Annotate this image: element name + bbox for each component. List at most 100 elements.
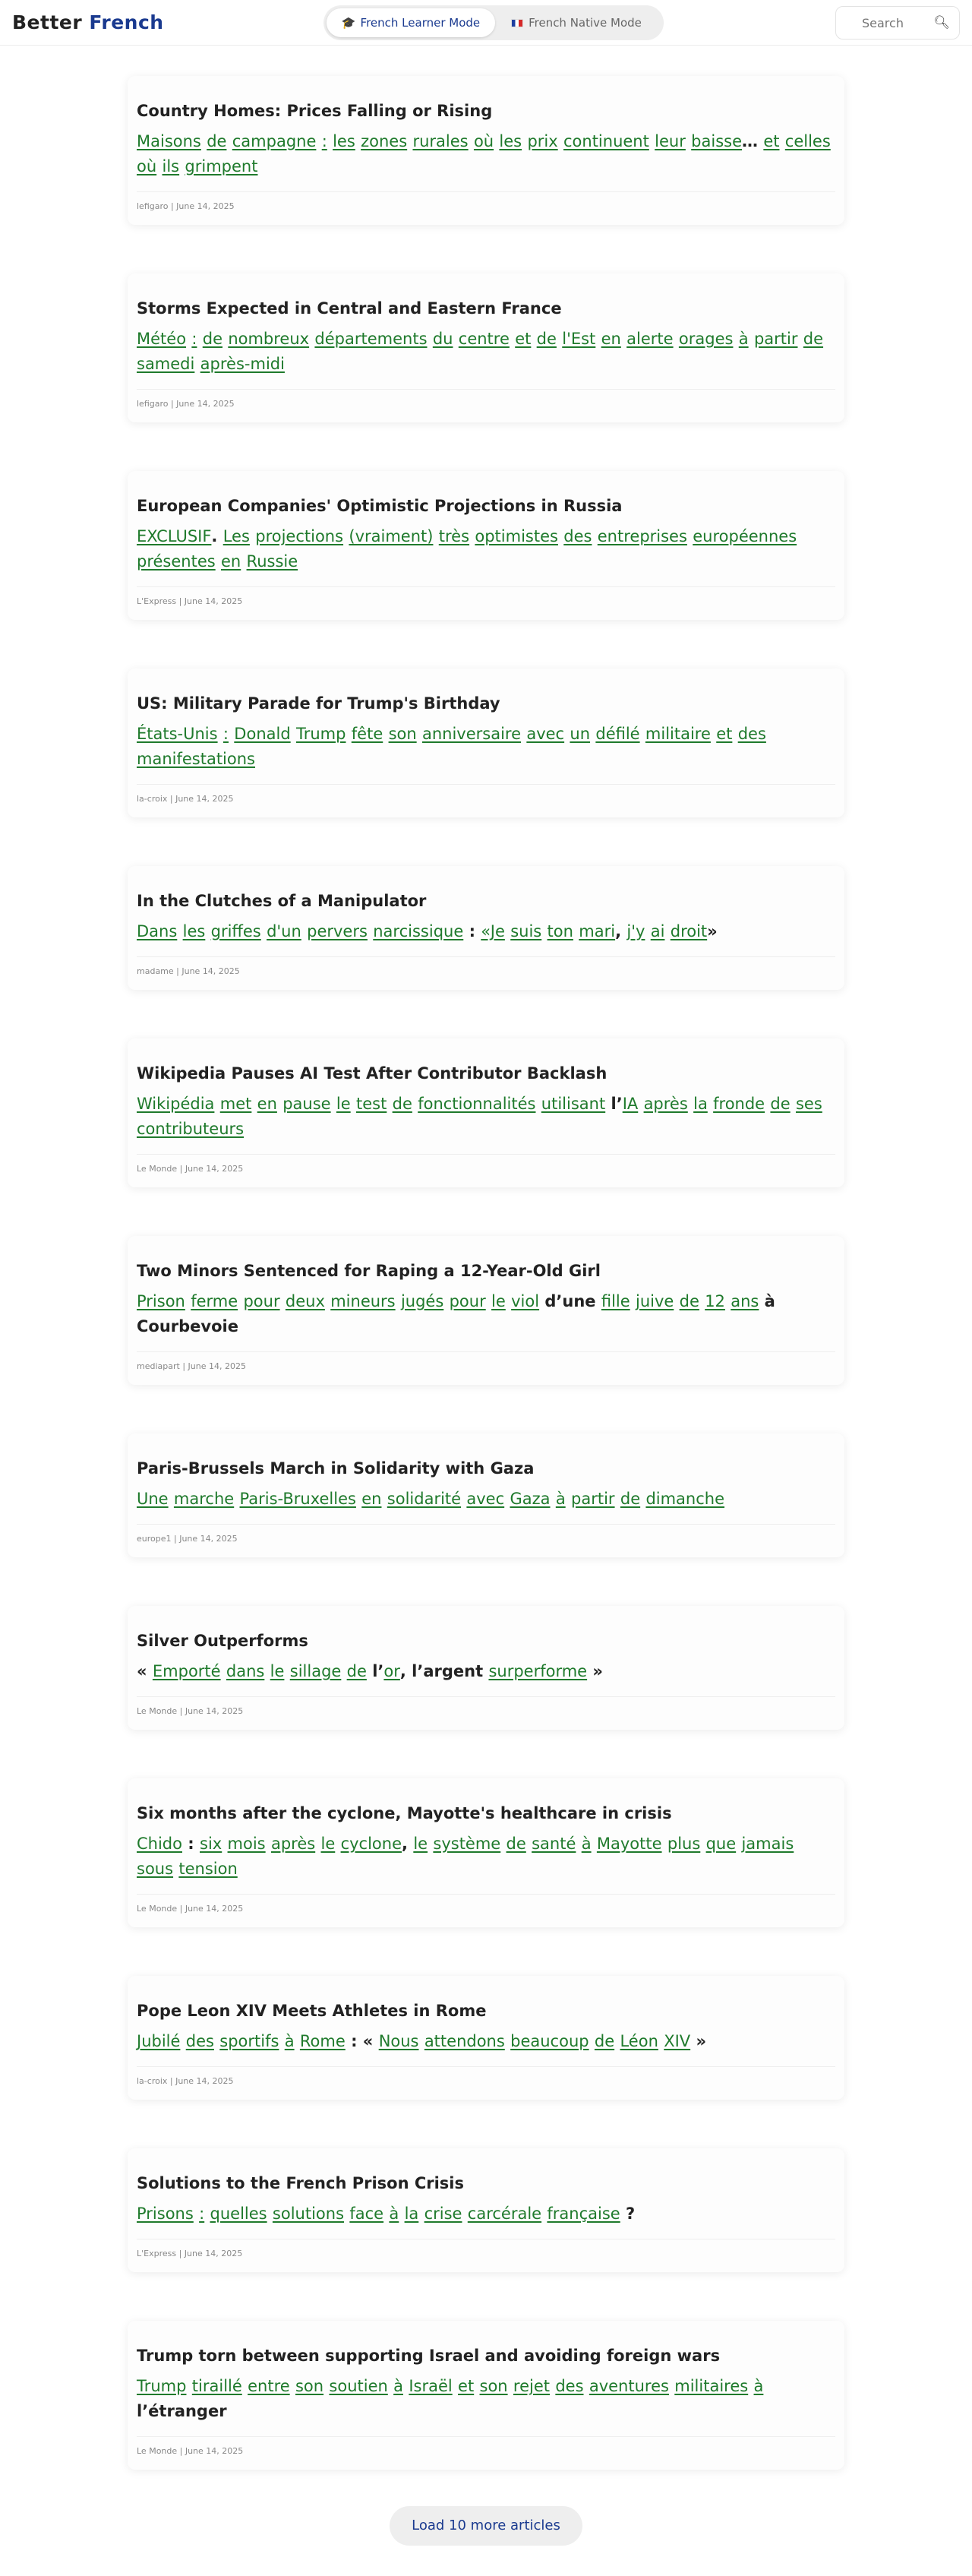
vocab-word-link[interactable]: mineurs <box>330 1292 395 1310</box>
vocab-word-link[interactable]: juive <box>636 1292 674 1310</box>
vocab-word-link[interactable]: narcissique <box>373 922 463 940</box>
article-title[interactable]: Pope Leon XIV Meets Athletes in Rome <box>137 2002 835 2020</box>
vocab-word-link[interactable]: de <box>803 330 823 348</box>
vocab-word-link[interactable]: Dans <box>137 922 177 940</box>
vocab-word-link[interactable]: mois <box>228 1835 266 1853</box>
vocab-word-link[interactable]: l'Est <box>562 330 595 348</box>
vocab-word-link[interactable]: Donald <box>234 725 290 743</box>
vocab-word-link[interactable]: française <box>547 2205 620 2223</box>
vocab-word-link[interactable]: santé <box>532 1835 576 1853</box>
vocab-word-link[interactable]: aventures <box>589 2377 669 2395</box>
vocab-word-link[interactable]: et <box>716 725 732 743</box>
vocab-word-link[interactable]: 12 <box>705 1292 725 1310</box>
vocab-word-link[interactable]: de <box>207 132 226 150</box>
vocab-word-link[interactable]: d'un <box>267 922 301 940</box>
vocab-word-link[interactable]: Israël <box>409 2377 452 2395</box>
vocab-word-link[interactable]: le <box>413 1835 428 1853</box>
vocab-word-link[interactable]: à <box>389 2205 399 2223</box>
vocab-word-link[interactable]: test <box>356 1095 387 1113</box>
vocab-word-link[interactable]: manifestations <box>137 750 255 768</box>
vocab-word-link[interactable]: de <box>620 1490 640 1508</box>
vocab-word-link[interactable]: de <box>347 1662 367 1680</box>
vocab-word-link[interactable]: pour <box>243 1292 279 1310</box>
vocab-word-link[interactable]: partir <box>754 330 798 348</box>
vocab-word-link[interactable]: entreprises <box>598 527 687 545</box>
vocab-word-link[interactable]: orages <box>679 330 734 348</box>
vocab-word-link[interactable]: solidarité <box>387 1490 461 1508</box>
vocab-word-link[interactable]: en <box>601 330 621 348</box>
vocab-word-link[interactable]: tiraillé <box>192 2377 242 2395</box>
vocab-word-link[interactable]: où <box>137 157 156 175</box>
vocab-word-link[interactable]: entre <box>248 2377 290 2395</box>
vocab-word-link[interactable]: Trump <box>296 725 346 743</box>
vocab-word-link[interactable]: fonctionnalités <box>418 1095 535 1113</box>
vocab-word-link[interactable]: en <box>257 1095 277 1113</box>
vocab-word-link[interactable]: pervers <box>307 922 368 940</box>
vocab-word-link[interactable]: plus <box>667 1835 700 1853</box>
vocab-word-link[interactable]: Russie <box>247 552 298 571</box>
article-title[interactable]: Wikipedia Pauses AI Test After Contribut… <box>137 1064 835 1083</box>
vocab-word-link[interactable]: or <box>383 1662 399 1680</box>
vocab-word-link[interactable]: les <box>183 922 206 940</box>
vocab-word-link[interactable]: Maisons <box>137 132 201 150</box>
vocab-word-link[interactable]: de <box>680 1292 699 1310</box>
vocab-word-link[interactable]: crise <box>424 2205 462 2223</box>
article-title[interactable]: Solutions to the French Prison Crisis <box>137 2174 835 2192</box>
vocab-word-link[interactable]: à <box>582 1835 592 1853</box>
article-card[interactable]: Silver Outperforms « Emporté dans le sill… <box>128 1606 844 1730</box>
vocab-word-link[interactable]: alerte <box>626 330 673 348</box>
vocab-word-link[interactable]: (vraiment) <box>349 527 433 545</box>
vocab-word-link[interactable]: six <box>200 1835 222 1853</box>
vocab-word-link[interactable]: de <box>507 1835 526 1853</box>
vocab-word-link[interactable]: solutions <box>273 2205 344 2223</box>
vocab-word-link[interactable]: EXCLUSIF <box>137 527 211 545</box>
vocab-word-link[interactable]: rurales <box>412 132 468 150</box>
vocab-word-link[interactable]: Gaza <box>510 1490 550 1508</box>
article-card[interactable]: US: Military Parade for Trump's Birthday… <box>128 668 844 817</box>
vocab-word-link[interactable]: XIV <box>664 2032 690 2050</box>
vocab-word-link[interactable]: un <box>570 725 590 743</box>
search-icon[interactable]: 🔍︎ <box>933 15 950 30</box>
vocab-word-link[interactable]: nombreux <box>228 330 309 348</box>
vocab-word-link[interactable]: après <box>271 1835 315 1853</box>
vocab-word-link[interactable]: Wikipédia <box>137 1095 214 1113</box>
article-title[interactable]: Country Homes: Prices Falling or Rising <box>137 102 835 120</box>
vocab-word-link[interactable]: avec <box>526 725 564 743</box>
article-card[interactable]: Wikipedia Pauses AI Test After Contribut… <box>128 1038 844 1187</box>
vocab-word-link[interactable]: Mayotte <box>597 1835 662 1853</box>
vocab-word-link[interactable]: : <box>223 725 229 743</box>
vocab-word-link[interactable]: ils <box>162 157 179 175</box>
vocab-word-link[interactable]: j'y <box>626 922 645 940</box>
vocab-word-link[interactable]: sillage <box>290 1662 342 1680</box>
vocab-word-link[interactable]: militaires <box>674 2377 748 2395</box>
vocab-word-link[interactable]: son <box>389 725 417 743</box>
vocab-word-link[interactable]: Trump <box>137 2377 186 2395</box>
vocab-word-link[interactable]: optimistes <box>475 527 558 545</box>
vocab-word-link[interactable]: le <box>491 1292 506 1310</box>
native-mode-button[interactable]: French Native Mode <box>495 8 658 37</box>
article-card[interactable]: In the Clutches of a Manipulator Dans les… <box>128 866 844 990</box>
vocab-word-link[interactable]: après <box>644 1095 688 1113</box>
vocab-word-link[interactable]: rejet <box>513 2377 550 2395</box>
vocab-word-link[interactable]: Léon <box>620 2032 658 2050</box>
vocab-word-link[interactable]: griffes <box>211 922 261 940</box>
vocab-word-link[interactable]: la <box>693 1095 708 1113</box>
vocab-word-link[interactable]: et <box>763 132 779 150</box>
vocab-word-link[interactable]: ans <box>731 1292 759 1310</box>
vocab-word-link[interactable]: le <box>270 1662 285 1680</box>
vocab-word-link[interactable]: son <box>480 2377 508 2395</box>
vocab-word-link[interactable]: système <box>433 1835 500 1853</box>
vocab-word-link[interactable]: à <box>285 2032 295 2050</box>
vocab-word-link[interactable]: contributeurs <box>137 1120 244 1138</box>
vocab-word-link[interactable]: ai <box>651 922 665 940</box>
vocab-word-link[interactable]: campagne <box>232 132 317 150</box>
vocab-word-link[interactable]: en <box>221 552 241 571</box>
vocab-word-link[interactable]: centre <box>459 330 510 348</box>
vocab-word-link[interactable]: Une <box>137 1490 169 1508</box>
vocab-word-link[interactable]: celles <box>785 132 831 150</box>
vocab-word-link[interactable]: viol <box>511 1292 539 1310</box>
vocab-word-link[interactable]: zones <box>361 132 407 150</box>
vocab-word-link[interactable]: face <box>349 2205 383 2223</box>
vocab-word-link[interactable]: États-Unis <box>137 725 218 743</box>
vocab-word-link[interactable]: Jubilé <box>137 2032 180 2050</box>
